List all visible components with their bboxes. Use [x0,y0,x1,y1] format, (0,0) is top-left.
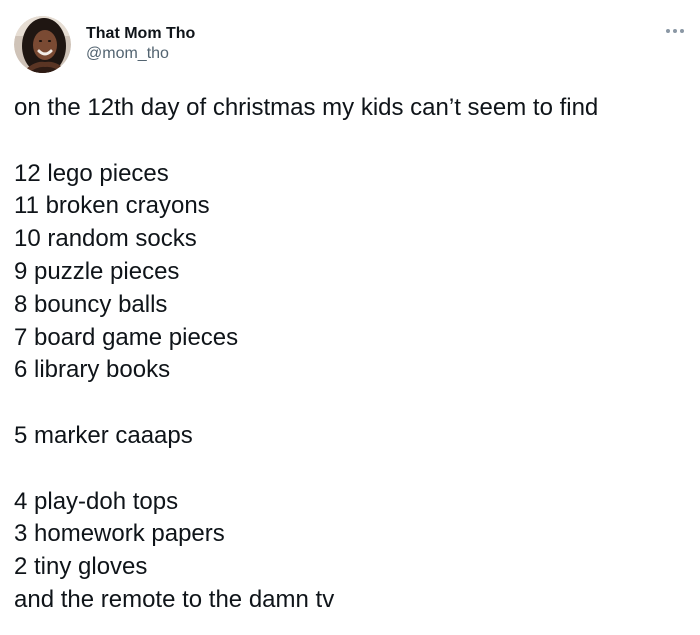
list-item: 10 random socks [14,225,197,253]
list-item: 5 marker caaaps [14,421,193,449]
tweet-text: on the 12th day of christmas my kids can… [14,92,690,617]
more-options-button[interactable] [662,22,688,40]
list-item: 12 lego pieces [14,159,169,187]
list-item: 9 puzzle pieces [14,257,180,285]
tweet-header: That Mom Tho @mom_tho [12,16,688,76]
list-item: 3 homework papers [14,520,225,548]
author-display-name[interactable]: That Mom Tho [86,24,195,44]
list-item: and the remote to the damn tv [14,585,335,613]
list-item: 11 broken crayons [14,192,210,220]
avatar[interactable] [14,16,71,73]
list-item: 2 tiny gloves [14,553,148,581]
list-item: 8 bouncy balls [14,290,168,318]
list-item: 4 play-doh tops [14,487,179,515]
author-names: That Mom Tho @mom_tho [86,24,195,64]
tweet-intro: on the 12th day of christmas my kids can… [14,94,599,121]
more-options-icon [666,29,684,33]
avatar-photo-icon [14,16,71,73]
author-handle[interactable]: @mom_tho [86,44,195,64]
tweet-card: That Mom Tho @mom_tho on the 12th day of… [0,0,700,635]
list-item: 7 board game pieces [14,323,239,351]
list-item: 6 library books [14,356,171,384]
